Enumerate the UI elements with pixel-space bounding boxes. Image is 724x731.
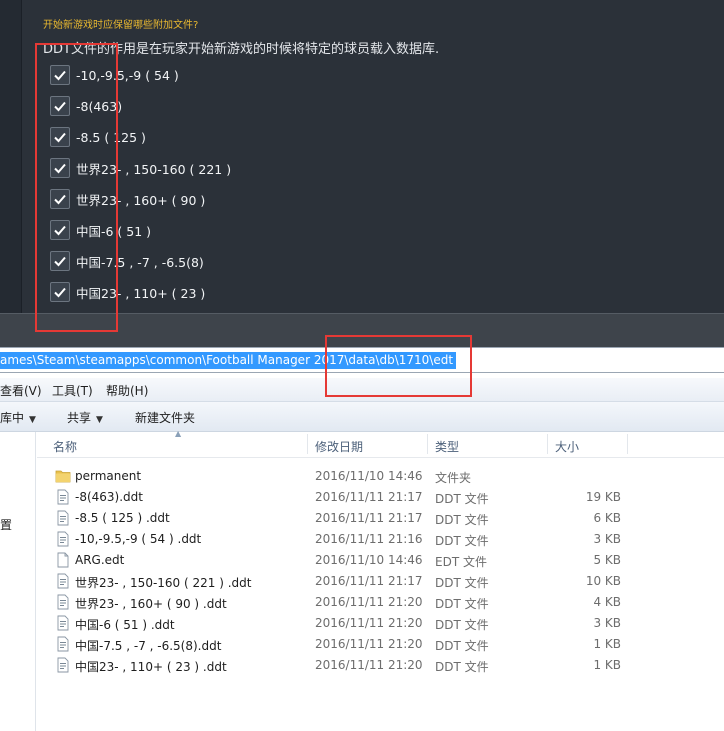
annotation-box-checkboxes xyxy=(35,43,118,332)
file-icon xyxy=(57,531,69,547)
file-date: 2016/11/11 21:20 xyxy=(315,658,423,672)
file-size: 1 KB xyxy=(593,637,621,651)
file-date: 2016/11/11 21:20 xyxy=(315,637,423,651)
file-size: 3 KB xyxy=(593,616,621,630)
column-divider[interactable] xyxy=(427,434,428,454)
file-type: DDT 文件 xyxy=(435,618,489,632)
folder-icon xyxy=(55,470,71,483)
file-row[interactable]: 世界23- , 150-160 ( 221 ) .ddt 2016/11/11 … xyxy=(37,571,724,592)
file-row[interactable]: ARG.edt 2016/11/10 14:46 EDT 文件 5 KB xyxy=(37,550,724,571)
file-type: 文件夹 xyxy=(435,471,472,485)
file-size: 5 KB xyxy=(593,553,621,567)
file-name: permanent xyxy=(75,469,142,483)
column-headers: 名称 ▲ 修改日期 类型 大小 xyxy=(37,429,724,458)
file-date: 2016/11/11 21:20 xyxy=(315,616,423,630)
file-date: 2016/11/11 21:17 xyxy=(315,574,423,588)
file-row[interactable]: 中国-6 ( 51 ) .ddt 2016/11/11 21:20 DDT 文件… xyxy=(37,613,724,634)
file-type: DDT 文件 xyxy=(435,639,489,653)
file-type: DDT 文件 xyxy=(435,492,489,506)
file-name: 中国-7.5 , -7 , -6.5(8).ddt xyxy=(75,639,222,653)
file-icon xyxy=(57,636,69,652)
file-row[interactable]: permanent 2016/11/10 14:46 文件夹 xyxy=(37,466,724,487)
column-divider[interactable] xyxy=(547,434,548,454)
toolbar: 库中 ▼ 共享 ▼ 新建文件夹 xyxy=(0,402,724,432)
navigation-pane: 置 xyxy=(0,432,36,731)
file-date: 2016/11/10 14:46 xyxy=(315,553,423,567)
column-header-type[interactable]: 类型 xyxy=(435,438,459,455)
file-row[interactable]: 中国-7.5 , -7 , -6.5(8).ddt 2016/11/11 21:… xyxy=(37,634,724,655)
file-row[interactable]: 中国23- , 110+ ( 23 ) .ddt 2016/11/11 21:2… xyxy=(37,655,724,676)
menu-tools[interactable]: 工具(T) xyxy=(52,382,93,399)
file-icon xyxy=(57,510,69,526)
file-size: 3 KB xyxy=(593,532,621,546)
file-date: 2016/11/11 21:17 xyxy=(315,490,423,504)
file-name: -8(463).ddt xyxy=(75,490,143,504)
file-icon xyxy=(57,594,69,610)
file-name: -10,-9.5,-9 ( 54 ) .ddt xyxy=(75,532,202,546)
file-row[interactable]: -8.5 ( 125 ) .ddt 2016/11/11 21:17 DDT 文… xyxy=(37,508,724,529)
file-date: 2016/11/10 14:46 xyxy=(315,469,423,483)
file-size: 10 KB xyxy=(585,574,621,588)
share-button[interactable]: 共享 ▼ xyxy=(67,409,103,426)
file-icon xyxy=(57,657,69,673)
library-label: 库中 xyxy=(0,411,25,425)
column-divider[interactable] xyxy=(627,434,628,454)
blank-file-icon xyxy=(57,552,69,568)
file-size: 6 KB xyxy=(593,511,621,525)
file-name: 世界23- , 160+ ( 90 ) .ddt xyxy=(75,597,227,611)
new-folder-button[interactable]: 新建文件夹 xyxy=(135,409,195,426)
file-name: -8.5 ( 125 ) .ddt xyxy=(75,511,170,525)
file-type: EDT 文件 xyxy=(435,555,487,569)
file-type: DDT 文件 xyxy=(435,513,489,527)
file-type: DDT 文件 xyxy=(435,576,489,590)
file-size: 19 KB xyxy=(585,490,621,504)
file-name: 中国-6 ( 51 ) .ddt xyxy=(75,618,175,632)
file-row[interactable]: -8(463).ddt 2016/11/11 21:17 DDT 文件 19 K… xyxy=(37,487,724,508)
menu-view[interactable]: 查看(V) xyxy=(0,382,42,399)
column-header-date[interactable]: 修改日期 xyxy=(315,438,363,455)
dropdown-arrow-icon: ▼ xyxy=(96,415,103,425)
file-type: DDT 文件 xyxy=(435,534,489,548)
file-date: 2016/11/11 21:17 xyxy=(315,511,423,525)
file-type: DDT 文件 xyxy=(435,597,489,611)
file-name: ARG.edt xyxy=(75,553,125,567)
dialog-side-strip xyxy=(0,0,22,313)
menu-help[interactable]: 帮助(H) xyxy=(106,382,148,399)
nav-item-label[interactable]: 置 xyxy=(0,516,12,533)
file-name: 中国23- , 110+ ( 23 ) .ddt xyxy=(75,660,227,674)
include-in-library-button[interactable]: 库中 ▼ xyxy=(0,409,36,426)
column-divider[interactable] xyxy=(307,434,308,454)
dialog-question: 开始新游戏时应保留哪些附加文件? xyxy=(43,20,199,31)
file-row[interactable]: -10,-9.5,-9 ( 54 ) .ddt 2016/11/11 21:16… xyxy=(37,529,724,550)
file-icon xyxy=(57,573,69,589)
column-header-name[interactable]: 名称 xyxy=(53,438,77,455)
file-date: 2016/11/11 21:16 xyxy=(315,532,423,546)
file-icon xyxy=(57,489,69,505)
file-row[interactable]: 世界23- , 160+ ( 90 ) .ddt 2016/11/11 21:2… xyxy=(37,592,724,613)
file-size: 4 KB xyxy=(593,595,621,609)
file-date: 2016/11/11 21:20 xyxy=(315,595,423,609)
file-icon xyxy=(57,615,69,631)
column-header-size[interactable]: 大小 xyxy=(555,438,579,455)
file-size: 1 KB xyxy=(593,658,621,672)
annotation-box-path xyxy=(325,335,472,397)
sort-ascending-icon: ▲ xyxy=(175,429,182,438)
file-name: 世界23- , 150-160 ( 221 ) .ddt xyxy=(75,576,252,590)
dropdown-arrow-icon: ▼ xyxy=(29,415,36,425)
share-label: 共享 xyxy=(67,411,92,425)
file-type: DDT 文件 xyxy=(435,660,489,674)
